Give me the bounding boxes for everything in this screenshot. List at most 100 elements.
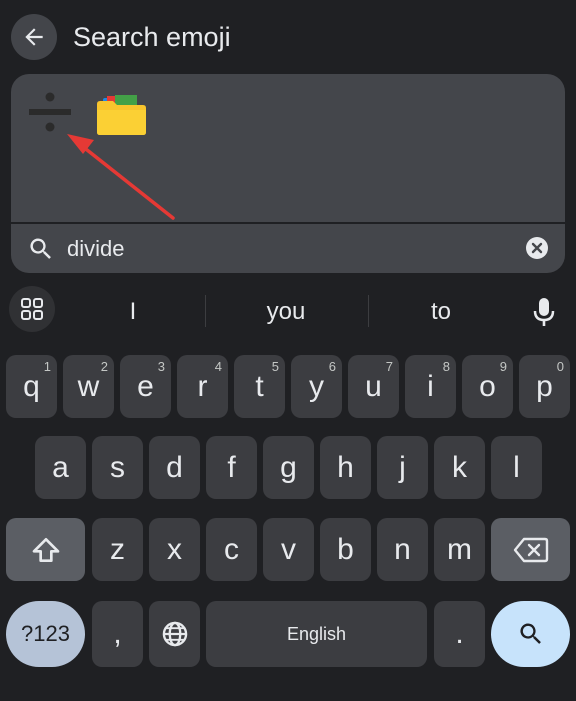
emoji-results xyxy=(11,74,565,222)
key-hint: 9 xyxy=(499,359,507,374)
key-label: f xyxy=(227,450,236,484)
key-hint: 6 xyxy=(328,359,336,374)
key-g[interactable]: g xyxy=(263,436,314,499)
key-hint: 4 xyxy=(214,359,222,374)
key-p[interactable]: p0 xyxy=(519,355,570,418)
key-hint: 8 xyxy=(442,359,450,374)
key-label: , xyxy=(113,617,122,650)
key-label: j xyxy=(399,450,406,484)
key-hint: 5 xyxy=(271,359,279,374)
key-label: o xyxy=(479,369,496,403)
key-label: y xyxy=(309,369,324,403)
search-enter-key[interactable] xyxy=(491,601,570,667)
key-n[interactable]: n xyxy=(377,518,428,581)
suggestion-item[interactable]: you xyxy=(216,285,356,339)
search-icon xyxy=(519,623,541,644)
key-label: x xyxy=(167,532,182,566)
suggestion-strip: I you to xyxy=(0,285,576,339)
search-input[interactable] xyxy=(67,232,507,266)
key-x[interactable]: x xyxy=(149,518,200,581)
key-h[interactable]: h xyxy=(320,436,371,499)
page-title: Search emoji xyxy=(73,22,231,52)
key-e[interactable]: e3 xyxy=(120,355,171,418)
back-button[interactable] xyxy=(11,14,57,60)
key-d[interactable]: d xyxy=(149,436,200,499)
search-icon xyxy=(30,238,51,259)
key-s[interactable]: s xyxy=(92,436,143,499)
key-hint: 1 xyxy=(43,359,51,374)
shift-icon xyxy=(32,537,59,562)
key-label: v xyxy=(281,532,296,566)
key-label: . xyxy=(455,617,464,650)
key-j[interactable]: j xyxy=(377,436,428,499)
comma-key[interactable]: , xyxy=(92,601,143,667)
suggestion-item[interactable]: I xyxy=(72,285,194,339)
key-label: n xyxy=(394,532,411,566)
emoji-search-panel xyxy=(11,74,565,273)
key-label: l xyxy=(513,450,520,484)
symbols-key[interactable]: ?123 xyxy=(6,601,85,667)
language-key[interactable] xyxy=(149,601,200,667)
close-icon xyxy=(531,242,543,254)
key-y[interactable]: y6 xyxy=(291,355,342,418)
globe-icon xyxy=(162,621,187,647)
emoji-grid-button[interactable] xyxy=(9,286,55,332)
grid-icon xyxy=(21,298,43,320)
key-label: d xyxy=(166,450,183,484)
key-label: ?123 xyxy=(21,621,70,646)
key-z[interactable]: z xyxy=(92,518,143,581)
key-label: a xyxy=(52,450,69,484)
key-label: c xyxy=(224,532,239,566)
key-label: r xyxy=(197,369,208,403)
backspace-key[interactable] xyxy=(491,518,570,581)
key-label: u xyxy=(365,369,382,403)
voice-input-button[interactable] xyxy=(528,295,560,329)
shift-key[interactable] xyxy=(6,518,85,581)
arrow-left-icon xyxy=(25,28,43,46)
key-label: k xyxy=(452,450,467,484)
key-m[interactable]: m xyxy=(434,518,485,581)
key-label: g xyxy=(280,450,297,484)
key-label: z xyxy=(110,532,125,566)
key-k[interactable]: k xyxy=(434,436,485,499)
key-label: e xyxy=(137,369,154,403)
key-label: s xyxy=(110,450,125,484)
period-key[interactable]: . xyxy=(434,601,485,667)
mic-icon xyxy=(533,298,555,326)
annotation-arrow xyxy=(67,134,175,220)
key-hint: 3 xyxy=(157,359,165,374)
suggestion-item[interactable]: to xyxy=(380,285,502,339)
key-l[interactable]: l xyxy=(491,436,542,499)
key-label: i xyxy=(427,369,434,403)
clear-button[interactable] xyxy=(526,237,548,259)
key-label: h xyxy=(337,450,354,484)
suggestion-separator xyxy=(205,295,206,327)
key-label: b xyxy=(337,532,354,566)
key-b[interactable]: b xyxy=(320,518,371,581)
key-hint: 2 xyxy=(100,359,108,374)
key-label: w xyxy=(77,369,100,403)
search-bar xyxy=(11,224,565,273)
key-label: q xyxy=(23,369,40,403)
key-w[interactable]: w2 xyxy=(63,355,114,418)
key-label: t xyxy=(255,369,264,403)
space-key[interactable]: English xyxy=(206,601,427,667)
key-q[interactable]: q1 xyxy=(6,355,57,418)
key-hint: 0 xyxy=(556,359,564,374)
key-label: m xyxy=(447,532,472,566)
key-c[interactable]: c xyxy=(206,518,257,581)
key-hint: 7 xyxy=(385,359,393,374)
suggestion-separator xyxy=(368,295,369,327)
key-t[interactable]: t5 xyxy=(234,355,285,418)
key-i[interactable]: i8 xyxy=(405,355,456,418)
key-label: English xyxy=(286,623,347,644)
backspace-icon xyxy=(513,537,548,562)
key-o[interactable]: o9 xyxy=(462,355,513,418)
key-u[interactable]: u7 xyxy=(348,355,399,418)
key-f[interactable]: f xyxy=(206,436,257,499)
key-a[interactable]: a xyxy=(35,436,86,499)
key-label: p xyxy=(536,369,553,403)
app-header: Search emoji xyxy=(0,0,576,74)
key-v[interactable]: v xyxy=(263,518,314,581)
key-r[interactable]: r4 xyxy=(177,355,228,418)
